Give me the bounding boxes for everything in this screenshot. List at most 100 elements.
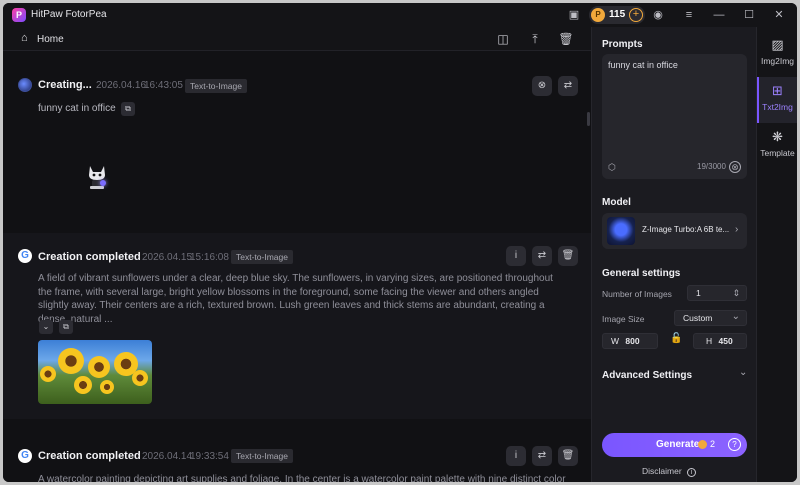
chevron-down-icon: ⌄ <box>731 311 740 322</box>
app-title: HitPaw FotorPea <box>31 9 107 20</box>
chevron-down-icon[interactable]: ⌄ <box>739 367 747 378</box>
width-input[interactable]: W 800 <box>602 333 658 349</box>
height-label: H <box>706 336 713 346</box>
account-icon[interactable]: ◉ <box>650 7 666 23</box>
delete-all-icon[interactable]: 🗑 <box>558 31 574 47</box>
card-date: 2026.04.16 <box>96 80 147 91</box>
creation-card-creating: Creating... 2026.04.16 16:43:05 Text-to-… <box>3 52 591 233</box>
delete-icon[interactable]: 🗑 <box>558 246 578 266</box>
width-label: W <box>611 336 620 346</box>
delete-icon[interactable]: 🗑 <box>558 446 578 466</box>
rail-item-template[interactable]: ❋ Template <box>757 123 797 169</box>
expand-icon[interactable]: ⌄ <box>39 320 53 334</box>
credits-count: 115 <box>609 9 626 20</box>
stepper-icon[interactable]: ⇕ <box>732 286 740 300</box>
feed-scrollbar[interactable] <box>587 112 590 126</box>
image-size-value: Custom <box>683 313 713 323</box>
credits-pill[interactable]: P 115 + <box>589 6 645 24</box>
image-size-label: Image Size <box>602 314 645 324</box>
char-count: 19/3000 <box>697 162 726 171</box>
home-icon[interactable]: ⌂ <box>21 32 28 44</box>
progress-dot <box>100 180 106 186</box>
height-input[interactable]: H 450 <box>693 333 747 349</box>
general-settings-title: General settings <box>602 268 681 279</box>
disclaimer-link[interactable]: Disclaimer i <box>642 466 697 477</box>
template-icon: ❋ <box>772 129 783 144</box>
feed-toolbar: ⌂ Home ◫ ⤒ 🗑 <box>3 27 591 51</box>
generate-button[interactable]: Generate 2 ? <box>602 433 747 457</box>
card-prompt: funny cat in office <box>38 103 116 114</box>
num-images-stepper[interactable]: 1 ⇕ <box>687 285 747 301</box>
google-avatar-icon: G <box>18 249 32 263</box>
text-to-image-icon: ⊞ <box>772 83 783 98</box>
rail-item-img2img[interactable]: ▨ Img2Img <box>757 31 797 77</box>
prompts-title: Prompts <box>602 39 643 50</box>
model-name: Z-Image Turbo:A 6B te... <box>642 225 730 234</box>
close-icon[interactable]: ✕ <box>771 7 787 23</box>
maximize-icon[interactable]: ☐ <box>741 7 757 23</box>
copy-prompt-icon[interactable]: ⧉ <box>59 320 73 334</box>
image-size-select[interactable]: Custom ⌄ <box>674 310 747 326</box>
regenerate-icon[interactable]: ⇄ <box>558 76 578 96</box>
regenerate-icon[interactable]: ⇄ <box>532 446 552 466</box>
app-logo-icon: P <box>12 8 26 22</box>
model-selector[interactable]: Z-Image Turbo:A 6B te... › <box>602 213 747 249</box>
regenerate-icon[interactable]: ⇄ <box>532 246 552 266</box>
result-thumbnail[interactable] <box>38 340 152 404</box>
type-tag: Text-to-Image <box>231 250 293 264</box>
creation-card-completed: G Creation completed 2026.04.15 15:16:08… <box>3 233 591 419</box>
info-icon[interactable]: i <box>506 246 526 266</box>
card-time: 15:16:08 <box>190 252 229 263</box>
upload-icon[interactable]: ⤒ <box>527 31 543 47</box>
generate-label: Generate <box>656 439 700 450</box>
info-icon[interactable]: i <box>506 446 526 466</box>
type-tag: Text-to-Image <box>185 79 247 93</box>
model-title: Model <box>602 197 631 208</box>
num-images-label: Number of Images <box>602 289 672 299</box>
cat-preview-icon <box>89 166 105 189</box>
card-date: 2026.04.15 <box>142 252 193 263</box>
card-date: 2026.04.14 <box>142 451 193 462</box>
card-description: A watercolor painting depicting art supp… <box>38 474 566 482</box>
rail-label: Txt2Img <box>762 102 793 112</box>
compare-icon[interactable]: ◫ <box>495 31 511 47</box>
card-status: Creating... <box>38 79 92 91</box>
add-credits-icon[interactable]: + <box>629 8 643 22</box>
creation-feed: Creating... 2026.04.16 16:43:05 Text-to-… <box>3 52 591 482</box>
cancel-icon[interactable]: ⊗ <box>532 76 552 96</box>
model-thumbnail <box>607 217 635 245</box>
type-tag: Text-to-Image <box>231 449 293 463</box>
lock-ratio-icon[interactable]: 🔓 <box>670 333 682 344</box>
mode-rail: ▨ Img2Img ⊞ Txt2Img ❋ Template <box>756 27 797 482</box>
width-value: 800 <box>625 336 640 346</box>
card-status: Creation completed <box>38 450 141 462</box>
cube-icon[interactable]: ⬡ <box>606 161 618 173</box>
title-bar: P HitPaw FotorPea ▣ P 115 + ◉ ≡ — ☐ ✕ <box>3 3 797 27</box>
num-images-value: 1 <box>696 288 701 298</box>
help-icon[interactable]: ? <box>728 438 741 451</box>
settings-panel: Prompts funny cat in office ⬡ 19/3000 ⊗ … <box>591 27 756 482</box>
prompt-input[interactable]: funny cat in office ⬡ 19/3000 ⊗ <box>602 54 747 179</box>
rail-item-txt2img[interactable]: ⊞ Txt2Img <box>757 77 797 123</box>
card-time: 19:33:54 <box>190 451 229 462</box>
card-time: 16:43:05 <box>144 80 183 91</box>
menu-icon[interactable]: ≡ <box>681 7 697 23</box>
card-status: Creation completed <box>38 251 141 263</box>
info-icon: i <box>687 468 697 477</box>
coin-icon: P <box>591 8 605 22</box>
clear-prompt-icon[interactable]: ⊗ <box>729 161 741 173</box>
prompt-input-value: funny cat in office <box>608 60 678 70</box>
card-description: A field of vibrant sunflowers under a cl… <box>38 273 553 325</box>
height-value: 450 <box>718 336 733 346</box>
coin-icon <box>698 440 707 449</box>
feedback-icon[interactable]: ▣ <box>566 7 582 23</box>
copy-prompt-icon[interactable]: ⧉ <box>121 102 135 116</box>
advanced-settings-toggle[interactable]: Advanced Settings <box>602 370 692 381</box>
app-window: P HitPaw FotorPea ▣ P 115 + ◉ ≡ — ☐ ✕ ⌂ … <box>3 3 797 482</box>
disclaimer-label: Disclaimer <box>642 466 682 476</box>
rail-label: Template <box>760 148 795 158</box>
minimize-icon[interactable]: — <box>711 7 727 23</box>
model-avatar-icon <box>18 78 32 92</box>
image-edit-icon: ▨ <box>771 37 784 52</box>
home-link[interactable]: Home <box>37 34 64 45</box>
